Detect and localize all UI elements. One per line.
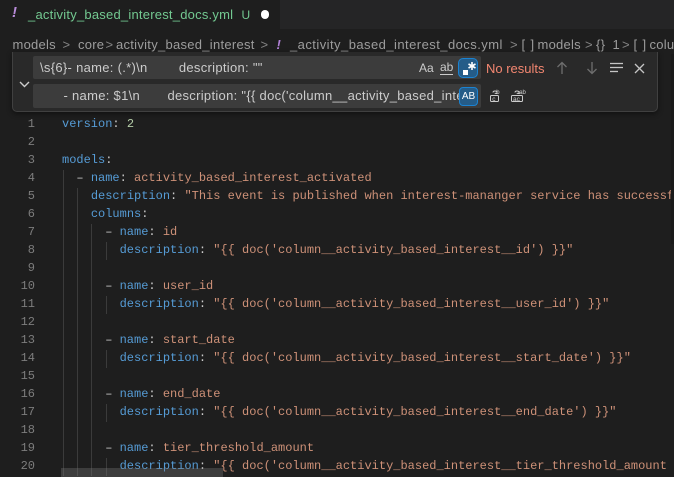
- svg-text:b: b: [496, 90, 500, 96]
- svg-text:ab: ab: [519, 90, 526, 96]
- svg-text:ac: ac: [513, 96, 521, 103]
